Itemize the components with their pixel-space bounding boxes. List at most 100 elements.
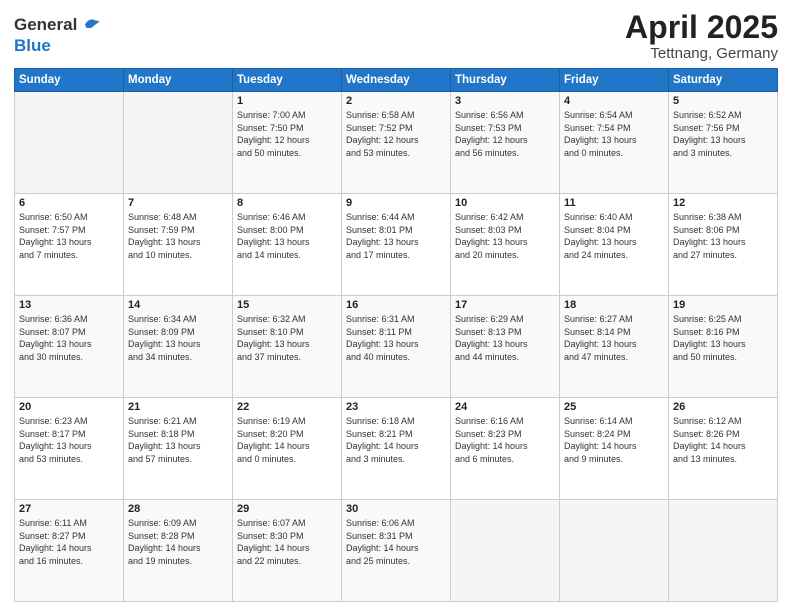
day-info: Sunrise: 6:23 AM Sunset: 8:17 PM Dayligh… — [19, 415, 119, 465]
table-row: 14Sunrise: 6:34 AM Sunset: 8:09 PM Dayli… — [124, 296, 233, 398]
table-row: 12Sunrise: 6:38 AM Sunset: 8:06 PM Dayli… — [669, 194, 778, 296]
calendar-week-row: 13Sunrise: 6:36 AM Sunset: 8:07 PM Dayli… — [15, 296, 778, 398]
table-row: 26Sunrise: 6:12 AM Sunset: 8:26 PM Dayli… — [669, 398, 778, 500]
calendar-subtitle: Tettnang, Germany — [625, 45, 778, 62]
logo-general: General — [14, 15, 77, 35]
calendar-week-row: 1Sunrise: 7:00 AM Sunset: 7:50 PM Daylig… — [15, 92, 778, 194]
day-info: Sunrise: 6:16 AM Sunset: 8:23 PM Dayligh… — [455, 415, 555, 465]
day-info: Sunrise: 6:42 AM Sunset: 8:03 PM Dayligh… — [455, 211, 555, 261]
day-number: 27 — [19, 503, 119, 515]
table-row: 6Sunrise: 6:50 AM Sunset: 7:57 PM Daylig… — [15, 194, 124, 296]
day-info: Sunrise: 6:48 AM Sunset: 7:59 PM Dayligh… — [128, 211, 228, 261]
day-number: 11 — [564, 197, 664, 209]
day-number: 16 — [346, 299, 446, 311]
day-info: Sunrise: 6:18 AM Sunset: 8:21 PM Dayligh… — [346, 415, 446, 465]
table-row: 13Sunrise: 6:36 AM Sunset: 8:07 PM Dayli… — [15, 296, 124, 398]
day-info: Sunrise: 6:46 AM Sunset: 8:00 PM Dayligh… — [237, 211, 337, 261]
table-row: 9 Sunrise: 6:44 AM Sunset: 8:01 PM Daylig… — [342, 194, 451, 296]
calendar-week-row: 20 Sunrise: 6:23 AM Sunset: 8:17 PM Dayli… — [15, 398, 778, 500]
day-info: Sunrise: 6:32 AM Sunset: 8:10 PM Dayligh… — [237, 313, 337, 363]
col-friday: Friday — [560, 69, 669, 92]
day-number: 23 — [346, 401, 446, 413]
day-number: 13 — [19, 299, 119, 311]
day-info: Sunrise: 6:38 AM Sunset: 8:06 PM Dayligh… — [673, 211, 773, 261]
table-row: 5 Sunrise: 6:52 AM Sunset: 7:56 PM Daylig… — [669, 92, 778, 194]
col-wednesday: Wednesday — [342, 69, 451, 92]
day-number: 25 — [564, 401, 664, 413]
col-tuesday: Tuesday — [233, 69, 342, 92]
day-number: 7 — [128, 197, 228, 209]
day-info: Sunrise: 6:12 AM Sunset: 8:26 PM Dayligh… — [673, 415, 773, 465]
table-row: 23 Sunrise: 6:18 AM Sunset: 8:21 PM Dayli… — [342, 398, 451, 500]
table-row: 15 Sunrise: 6:32 AM Sunset: 8:10 PM Dayli… — [233, 296, 342, 398]
day-info: Sunrise: 6:21 AM Sunset: 8:18 PM Dayligh… — [128, 415, 228, 465]
day-info: Sunrise: 6:52 AM Sunset: 7:56 PM Dayligh… — [673, 109, 773, 159]
table-row — [15, 92, 124, 194]
day-info: Sunrise: 6:44 AM Sunset: 8:01 PM Dayligh… — [346, 211, 446, 261]
day-info: Sunrise: 6:27 AM Sunset: 8:14 PM Dayligh… — [564, 313, 664, 363]
day-info: Sunrise: 6:34 AM Sunset: 8:09 PM Dayligh… — [128, 313, 228, 363]
table-row: 21 Sunrise: 6:21 AM Sunset: 8:18 PM Dayli… — [124, 398, 233, 500]
calendar-header-row: Sunday Monday Tuesday Wednesday Thursday… — [15, 69, 778, 92]
day-info: Sunrise: 6:11 AM Sunset: 8:27 PM Dayligh… — [19, 517, 119, 567]
table-row: 27 Sunrise: 6:11 AM Sunset: 8:27 PM Dayli… — [15, 500, 124, 602]
table-row — [560, 500, 669, 602]
col-thursday: Thursday — [451, 69, 560, 92]
header: General Blue April 2025 Tettnang, German… — [14, 10, 778, 62]
day-number: 19 — [673, 299, 773, 311]
table-row: 19 Sunrise: 6:25 AM Sunset: 8:16 PM Dayli… — [669, 296, 778, 398]
day-number: 17 — [455, 299, 555, 311]
day-number: 4 — [564, 95, 664, 107]
day-info: Sunrise: 6:50 AM Sunset: 7:57 PM Dayligh… — [19, 211, 119, 261]
day-info: Sunrise: 6:31 AM Sunset: 8:11 PM Dayligh… — [346, 313, 446, 363]
day-info: Sunrise: 6:19 AM Sunset: 8:20 PM Dayligh… — [237, 415, 337, 465]
day-number: 2 — [346, 95, 446, 107]
day-number: 21 — [128, 401, 228, 413]
table-row: 1Sunrise: 7:00 AM Sunset: 7:50 PM Daylig… — [233, 92, 342, 194]
table-row: 28 Sunrise: 6:09 AM Sunset: 8:28 PM Dayli… — [124, 500, 233, 602]
col-monday: Monday — [124, 69, 233, 92]
table-row: 29 Sunrise: 6:07 AM Sunset: 8:30 PM Dayli… — [233, 500, 342, 602]
calendar-table: Sunday Monday Tuesday Wednesday Thursday… — [14, 68, 778, 602]
day-info: Sunrise: 6:58 AM Sunset: 7:52 PM Dayligh… — [346, 109, 446, 159]
table-row: 7 Sunrise: 6:48 AM Sunset: 7:59 PM Daylig… — [124, 194, 233, 296]
day-number: 20 — [19, 401, 119, 413]
page: General Blue April 2025 Tettnang, German… — [0, 0, 792, 612]
table-row: 16 Sunrise: 6:31 AM Sunset: 8:11 PM Dayli… — [342, 296, 451, 398]
day-number: 18 — [564, 299, 664, 311]
day-info: Sunrise: 6:25 AM Sunset: 8:16 PM Dayligh… — [673, 313, 773, 363]
table-row: 8Sunrise: 6:46 AM Sunset: 8:00 PM Daylig… — [233, 194, 342, 296]
day-info: Sunrise: 6:54 AM Sunset: 7:54 PM Dayligh… — [564, 109, 664, 159]
logo-blue: Blue — [14, 36, 51, 55]
day-info: Sunrise: 6:29 AM Sunset: 8:13 PM Dayligh… — [455, 313, 555, 363]
day-number: 15 — [237, 299, 337, 311]
table-row: 3Sunrise: 6:56 AM Sunset: 7:53 PM Daylig… — [451, 92, 560, 194]
table-row — [451, 500, 560, 602]
table-row: 25 Sunrise: 6:14 AM Sunset: 8:24 PM Dayli… — [560, 398, 669, 500]
table-row: 4 Sunrise: 6:54 AM Sunset: 7:54 PM Daylig… — [560, 92, 669, 194]
day-info: Sunrise: 6:07 AM Sunset: 8:30 PM Dayligh… — [237, 517, 337, 567]
table-row — [124, 92, 233, 194]
day-info: Sunrise: 6:09 AM Sunset: 8:28 PM Dayligh… — [128, 517, 228, 567]
day-number: 24 — [455, 401, 555, 413]
day-number: 30 — [346, 503, 446, 515]
day-info: Sunrise: 6:14 AM Sunset: 8:24 PM Dayligh… — [564, 415, 664, 465]
col-sunday: Sunday — [15, 69, 124, 92]
day-number: 5 — [673, 95, 773, 107]
calendar-week-row: 27 Sunrise: 6:11 AM Sunset: 8:27 PM Dayli… — [15, 500, 778, 602]
day-number: 10 — [455, 197, 555, 209]
day-number: 28 — [128, 503, 228, 515]
table-row: 11 Sunrise: 6:40 AM Sunset: 8:04 PM Dayli… — [560, 194, 669, 296]
logo: General Blue — [14, 14, 101, 56]
table-row: 10 Sunrise: 6:42 AM Sunset: 8:03 PM Dayli… — [451, 194, 560, 296]
calendar-week-row: 6Sunrise: 6:50 AM Sunset: 7:57 PM Daylig… — [15, 194, 778, 296]
table-row: 2 Sunrise: 6:58 AM Sunset: 7:52 PM Daylig… — [342, 92, 451, 194]
day-info: Sunrise: 6:40 AM Sunset: 8:04 PM Dayligh… — [564, 211, 664, 261]
calendar-title: April 2025 — [625, 10, 778, 45]
table-row: 22 Sunrise: 6:19 AM Sunset: 8:20 PM Dayli… — [233, 398, 342, 500]
day-number: 29 — [237, 503, 337, 515]
day-number: 22 — [237, 401, 337, 413]
day-number: 9 — [346, 197, 446, 209]
table-row: 17 Sunrise: 6:29 AM Sunset: 8:13 PM Dayli… — [451, 296, 560, 398]
day-number: 3 — [455, 95, 555, 107]
